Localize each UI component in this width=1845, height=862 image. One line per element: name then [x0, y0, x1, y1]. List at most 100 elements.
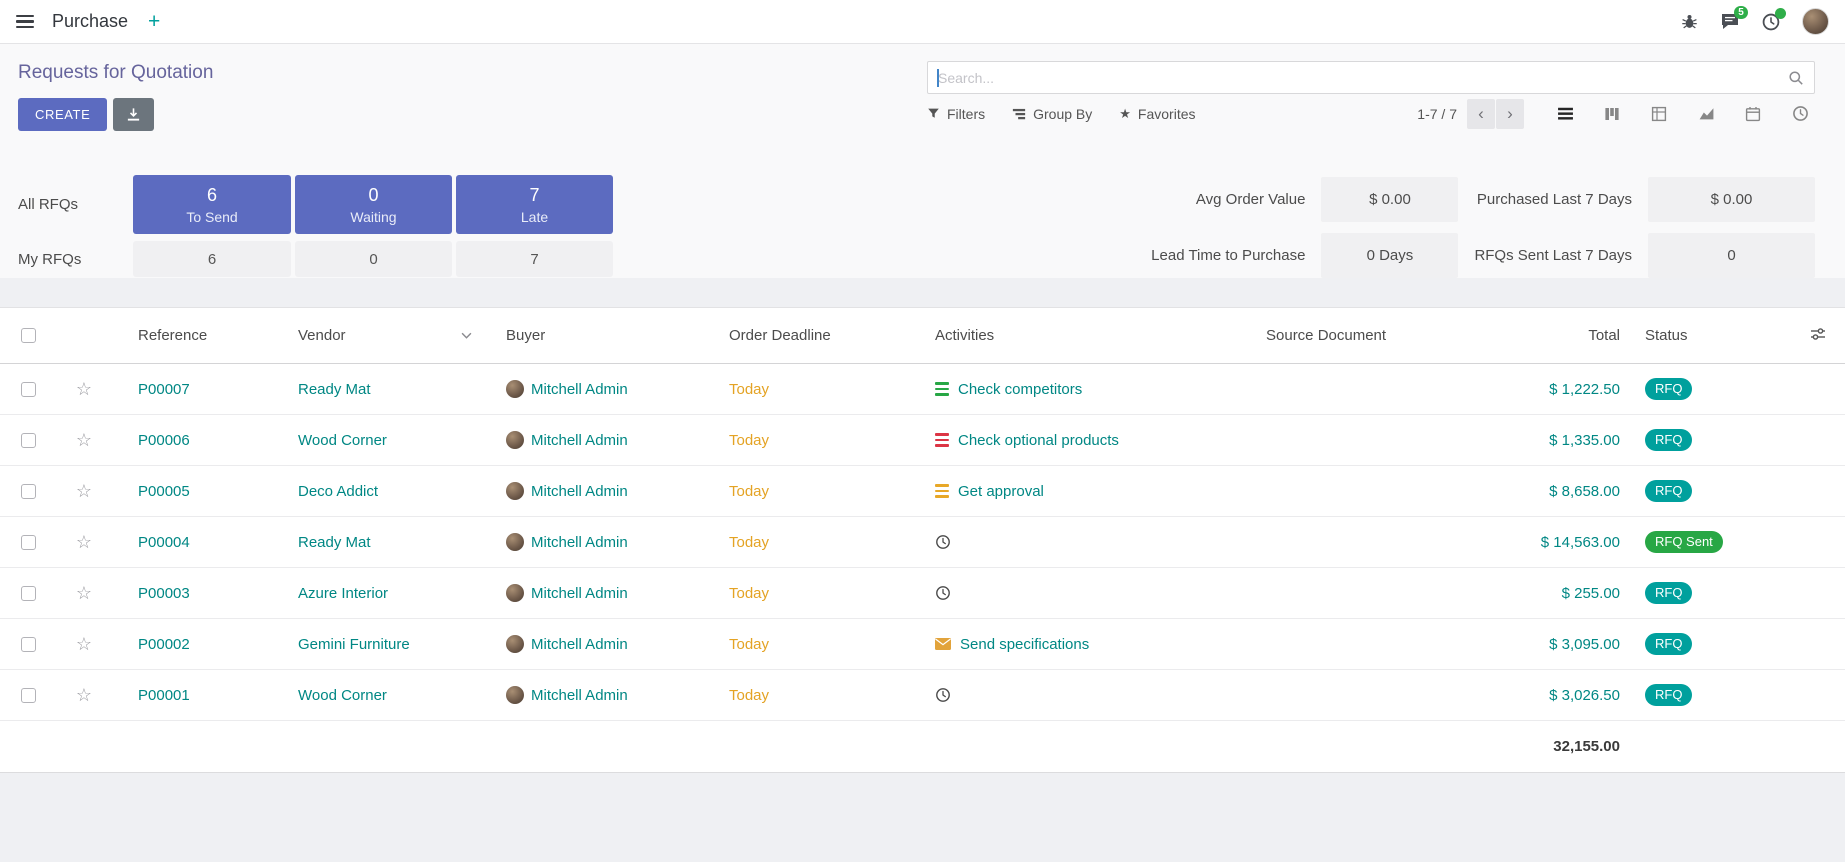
vendor-link[interactable]: Wood Corner	[298, 432, 387, 449]
schedule-activity-clock-icon[interactable]	[935, 534, 951, 550]
buyer-link[interactable]: Mitchell Admin	[531, 432, 628, 449]
kpi-card-late[interactable]: 7 Late	[456, 175, 613, 234]
buyer-avatar	[506, 686, 524, 704]
optional-columns-icon[interactable]	[1810, 326, 1826, 346]
my-to-send-cell[interactable]: 6	[133, 241, 291, 277]
group-by-button[interactable]: Group By	[1012, 106, 1092, 122]
reference-link[interactable]: P00007	[138, 381, 190, 398]
header-reference[interactable]: Reference	[112, 308, 298, 363]
vendor-link[interactable]: Wood Corner	[298, 687, 387, 704]
buyer-link[interactable]: Mitchell Admin	[531, 585, 628, 602]
pivot-view-button[interactable]	[1644, 99, 1674, 129]
pager-next-button[interactable]: ›	[1496, 99, 1524, 129]
activity-label[interactable]: Check competitors	[958, 381, 1082, 398]
row-checkbox[interactable]	[21, 688, 36, 703]
buyer-link[interactable]: Mitchell Admin	[531, 483, 628, 500]
row-checkbox[interactable]	[21, 637, 36, 652]
header-buyer[interactable]: Buyer	[506, 308, 729, 363]
export-button[interactable]	[113, 98, 154, 131]
messages-icon[interactable]: 5	[1720, 12, 1740, 32]
row-checkbox[interactable]	[21, 433, 36, 448]
calendar-view-button[interactable]	[1738, 99, 1768, 129]
favorites-button[interactable]: ★ Favorites	[1119, 106, 1195, 122]
schedule-activity-clock-icon[interactable]	[935, 687, 951, 703]
total-amount: $ 14,563.00	[1541, 534, 1620, 551]
messages-count-badge: 5	[1734, 6, 1748, 19]
vendor-link[interactable]: Deco Addict	[298, 483, 378, 500]
hamburger-menu-icon[interactable]	[16, 15, 34, 28]
kpi-card-to-send[interactable]: 6 To Send	[133, 175, 291, 234]
table-row[interactable]: ☆ P00007 Ready Mat Mitchell Admin Today …	[0, 364, 1845, 415]
header-status[interactable]: Status	[1645, 308, 1790, 363]
reference-link[interactable]: P00001	[138, 687, 190, 704]
app-name-menu[interactable]: Purchase	[52, 11, 128, 32]
graph-view-button[interactable]	[1691, 99, 1721, 129]
favorite-star-icon[interactable]: ☆	[76, 584, 92, 602]
my-waiting-cell[interactable]: 0	[295, 241, 452, 277]
favorite-star-icon[interactable]: ☆	[76, 380, 92, 398]
reference-link[interactable]: P00003	[138, 585, 190, 602]
header-total[interactable]: Total	[1490, 308, 1645, 363]
status-badge: RFQ	[1645, 633, 1692, 655]
activity-widget[interactable]: Check competitors	[935, 381, 1082, 398]
favorite-star-icon[interactable]: ☆	[76, 635, 92, 653]
activity-widget[interactable]: Send specifications	[935, 636, 1089, 653]
create-button[interactable]: CREATE	[18, 98, 107, 131]
chevron-down-icon[interactable]	[461, 332, 472, 339]
schedule-activity-clock-icon[interactable]	[935, 585, 951, 601]
row-checkbox[interactable]	[21, 586, 36, 601]
activity-label[interactable]: Send specifications	[960, 636, 1089, 653]
table-row[interactable]: ☆ P00004 Ready Mat Mitchell Admin Today …	[0, 517, 1845, 568]
header-source-document[interactable]: Source Document	[1266, 308, 1490, 363]
header-activities[interactable]: Activities	[935, 308, 1266, 363]
table-row[interactable]: ☆ P00005 Deco Addict Mitchell Admin Toda…	[0, 466, 1845, 517]
row-checkbox[interactable]	[21, 535, 36, 550]
row-checkbox[interactable]	[21, 484, 36, 499]
filters-button[interactable]: Filters	[927, 106, 985, 122]
order-deadline: Today	[729, 432, 769, 449]
debug-bug-icon[interactable]	[1679, 12, 1699, 32]
vendor-link[interactable]: Azure Interior	[298, 585, 388, 602]
activity-widget[interactable]: Check optional products	[935, 432, 1119, 449]
buyer-link[interactable]: Mitchell Admin	[531, 687, 628, 704]
reference-link[interactable]: P00004	[138, 534, 190, 551]
buyer-link[interactable]: Mitchell Admin	[531, 381, 628, 398]
pager-previous-button[interactable]: ‹	[1467, 99, 1495, 129]
header-vendor[interactable]: Vendor	[298, 308, 506, 363]
status-badge: RFQ	[1645, 429, 1692, 451]
activities-clock-icon[interactable]	[1761, 12, 1781, 32]
purchased-last-7-days: $ 0.00	[1648, 177, 1815, 222]
buyer-link[interactable]: Mitchell Admin	[531, 636, 628, 653]
search-input[interactable]	[938, 70, 1788, 86]
control-panel: Requests for Quotation CREATE	[0, 44, 1845, 131]
table-row[interactable]: ☆ P00006 Wood Corner Mitchell Admin Toda…	[0, 415, 1845, 466]
search-icon[interactable]	[1788, 70, 1804, 86]
table-row[interactable]: ☆ P00002 Gemini Furniture Mitchell Admin…	[0, 619, 1845, 670]
user-avatar[interactable]	[1802, 8, 1829, 35]
buyer-link[interactable]: Mitchell Admin	[531, 534, 628, 551]
table-row[interactable]: ☆ P00001 Wood Corner Mitchell Admin Toda…	[0, 670, 1845, 721]
favorite-star-icon[interactable]: ☆	[76, 482, 92, 500]
reference-link[interactable]: P00006	[138, 432, 190, 449]
vendor-link[interactable]: Ready Mat	[298, 534, 371, 551]
select-all-checkbox[interactable]	[21, 328, 36, 343]
vendor-link[interactable]: Ready Mat	[298, 381, 371, 398]
activity-widget[interactable]: Get approval	[935, 483, 1044, 500]
favorite-star-icon[interactable]: ☆	[76, 533, 92, 551]
favorite-star-icon[interactable]: ☆	[76, 431, 92, 449]
header-order-deadline[interactable]: Order Deadline	[729, 308, 935, 363]
favorite-star-icon[interactable]: ☆	[76, 686, 92, 704]
activity-label[interactable]: Get approval	[958, 483, 1044, 500]
vendor-link[interactable]: Gemini Furniture	[298, 636, 410, 653]
kpi-card-waiting[interactable]: 0 Waiting	[295, 175, 452, 234]
row-checkbox[interactable]	[21, 382, 36, 397]
my-late-cell[interactable]: 7	[456, 241, 613, 277]
activity-label[interactable]: Check optional products	[958, 432, 1119, 449]
kanban-view-button[interactable]	[1597, 99, 1627, 129]
table-row[interactable]: ☆ P00003 Azure Interior Mitchell Admin T…	[0, 568, 1845, 619]
reference-link[interactable]: P00005	[138, 483, 190, 500]
list-view-button[interactable]	[1550, 99, 1580, 129]
reference-link[interactable]: P00002	[138, 636, 190, 653]
activity-view-button[interactable]	[1785, 99, 1815, 129]
plus-icon[interactable]: +	[146, 11, 162, 32]
